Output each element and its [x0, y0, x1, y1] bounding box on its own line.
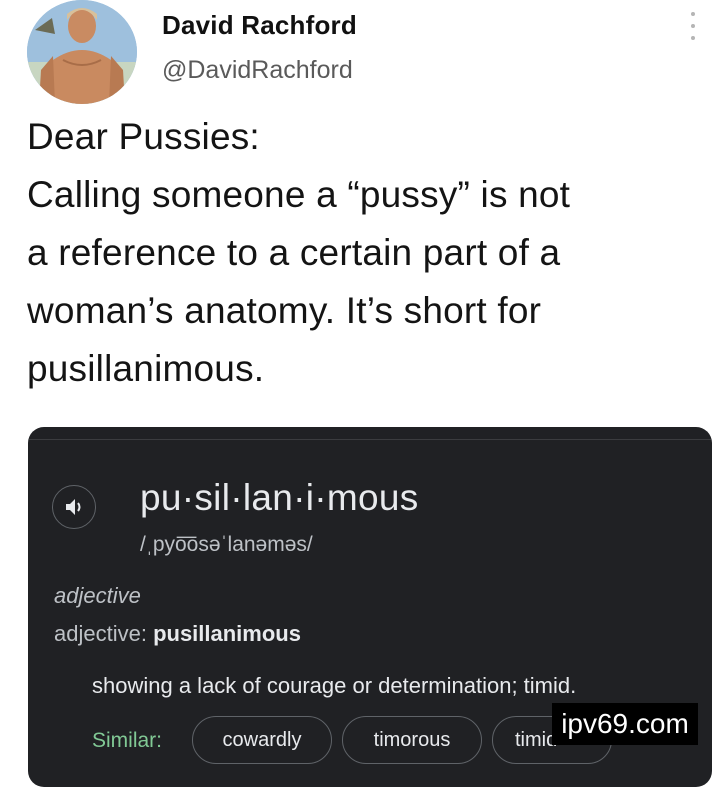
avatar[interactable]: [27, 0, 137, 104]
author-name[interactable]: David Rachford: [162, 10, 357, 41]
speaker-icon[interactable]: [52, 485, 96, 529]
watermark: ipv69.com: [552, 703, 698, 745]
divider: [28, 439, 712, 440]
similar-chip[interactable]: timorous: [342, 716, 482, 764]
tweet-line: Calling someone a “pussy” is not: [27, 174, 571, 215]
tweet-line: a reference to a certain part of a: [27, 232, 561, 273]
pronunciation: /ˌpyo͞osəˈlanəməs/: [140, 533, 313, 556]
part-of-speech: adjective: [54, 583, 141, 608]
vertical-dots-icon[interactable]: [682, 8, 704, 44]
author-handle[interactable]: @DavidRachford: [162, 56, 353, 85]
definition: showing a lack of courage or determinati…: [92, 673, 577, 698]
tweet-line: pusillanimous.: [27, 348, 265, 389]
tweet-line: Dear Pussies:: [27, 116, 260, 157]
pos-value: pusillanimous: [153, 621, 301, 646]
pos-label: adjective:: [54, 621, 154, 646]
tweet-text: Dear Pussies: Calling someone a “pussy” …: [27, 108, 707, 398]
similar-label: Similar:: [92, 729, 163, 752]
similar-chip[interactable]: cowardly: [192, 716, 332, 764]
dictionary-word: pu·sil·lan·i·mous: [140, 477, 419, 518]
pos-line: adjective: pusillanimous: [54, 621, 301, 647]
tweet-line: woman’s anatomy. It’s short for: [27, 290, 542, 331]
